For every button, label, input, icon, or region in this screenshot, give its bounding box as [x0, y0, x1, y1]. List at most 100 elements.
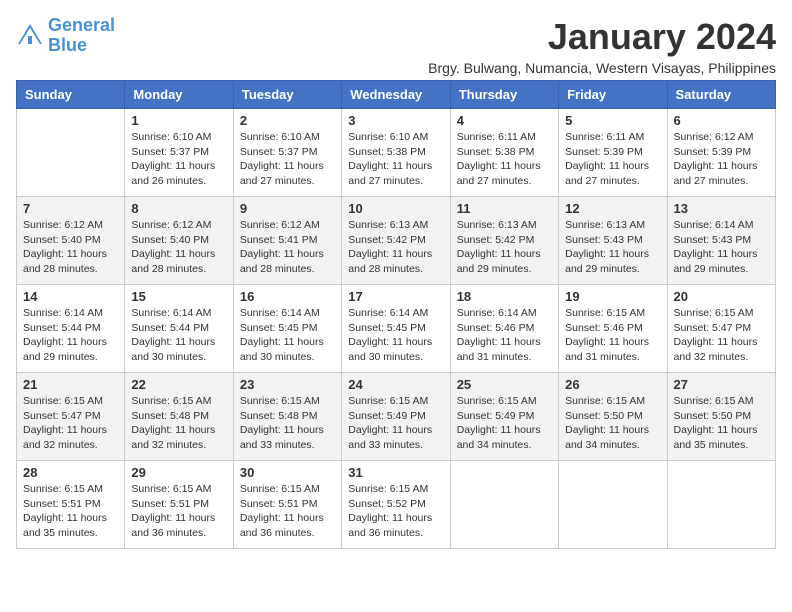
- day-cell: 1 Sunrise: 6:10 AMSunset: 5:37 PMDaylight…: [125, 109, 233, 197]
- day-cell: 11Sunrise: 6:13 AMSunset: 5:42 PMDayligh…: [450, 197, 558, 285]
- day-info: Sunrise: 6:15 AMSunset: 5:48 PMDaylight:…: [131, 394, 226, 453]
- day-cell: 30Sunrise: 6:15 AMSunset: 5:51 PMDayligh…: [233, 461, 341, 549]
- day-info: Sunrise: 6:14 AMSunset: 5:46 PMDaylight:…: [457, 306, 552, 365]
- calendar-table: SundayMondayTuesdayWednesdayThursdayFrid…: [16, 80, 776, 549]
- day-info: Sunrise: 6:12 AMSunset: 5:40 PMDaylight:…: [23, 218, 118, 277]
- day-number: 17: [348, 289, 443, 304]
- week-row-4: 21 Sunrise: 6:15 AMSunset: 5:47 PMDayligh…: [17, 373, 776, 461]
- day-info: Sunrise: 6:14 AMSunset: 5:45 PMDaylight:…: [240, 306, 335, 365]
- day-info: Sunrise: 6:12 AMSunset: 5:41 PMDaylight:…: [240, 218, 335, 277]
- day-cell: 29 Sunrise: 6:15 AMSunset: 5:51 PMDayligh…: [125, 461, 233, 549]
- day-cell: 25 Sunrise: 6:15 AMSunset: 5:49 PMDayligh…: [450, 373, 558, 461]
- day-info: Sunrise: 6:11 AMSunset: 5:39 PMDaylight:…: [565, 130, 660, 189]
- day-number: 29: [131, 465, 226, 480]
- day-cell: 20 Sunrise: 6:15 AMSunset: 5:47 PMDayligh…: [667, 285, 775, 373]
- day-number: 20: [674, 289, 769, 304]
- day-number: 21: [23, 377, 118, 392]
- day-info: Sunrise: 6:12 AMSunset: 5:39 PMDaylight:…: [674, 130, 769, 189]
- day-number: 13: [674, 201, 769, 216]
- subtitle: Brgy. Bulwang, Numancia, Western Visayas…: [428, 60, 776, 76]
- day-number: 18: [457, 289, 552, 304]
- day-number: 4: [457, 113, 552, 128]
- day-number: 22: [131, 377, 226, 392]
- week-row-3: 14 Sunrise: 6:14 AMSunset: 5:44 PMDayligh…: [17, 285, 776, 373]
- week-row-5: 28Sunrise: 6:15 AMSunset: 5:51 PMDayligh…: [17, 461, 776, 549]
- day-number: 12: [565, 201, 660, 216]
- day-number: 11: [457, 201, 552, 216]
- main-title: January 2024: [428, 16, 776, 58]
- day-info: Sunrise: 6:15 AMSunset: 5:47 PMDaylight:…: [23, 394, 118, 453]
- day-cell: [17, 109, 125, 197]
- day-info: Sunrise: 6:14 AMSunset: 5:44 PMDaylight:…: [23, 306, 118, 365]
- day-cell: 8 Sunrise: 6:12 AMSunset: 5:40 PMDaylight…: [125, 197, 233, 285]
- day-cell: 19Sunrise: 6:15 AMSunset: 5:46 PMDayligh…: [559, 285, 667, 373]
- header-monday: Monday: [125, 81, 233, 109]
- day-info: Sunrise: 6:15 AMSunset: 5:51 PMDaylight:…: [23, 482, 118, 541]
- day-info: Sunrise: 6:14 AMSunset: 5:45 PMDaylight:…: [348, 306, 443, 365]
- day-cell: 7 Sunrise: 6:12 AMSunset: 5:40 PMDaylight…: [17, 197, 125, 285]
- day-info: Sunrise: 6:12 AMSunset: 5:40 PMDaylight:…: [131, 218, 226, 277]
- day-number: 16: [240, 289, 335, 304]
- week-row-1: 1 Sunrise: 6:10 AMSunset: 5:37 PMDaylight…: [17, 109, 776, 197]
- day-number: 23: [240, 377, 335, 392]
- day-number: 14: [23, 289, 118, 304]
- day-info: Sunrise: 6:15 AMSunset: 5:49 PMDaylight:…: [457, 394, 552, 453]
- day-cell: 22 Sunrise: 6:15 AMSunset: 5:48 PMDayligh…: [125, 373, 233, 461]
- day-info: Sunrise: 6:13 AMSunset: 5:42 PMDaylight:…: [348, 218, 443, 277]
- day-number: 31: [348, 465, 443, 480]
- day-cell: [559, 461, 667, 549]
- day-number: 27: [674, 377, 769, 392]
- day-info: Sunrise: 6:10 AMSunset: 5:38 PMDaylight:…: [348, 130, 443, 189]
- header-friday: Friday: [559, 81, 667, 109]
- day-cell: 2Sunrise: 6:10 AMSunset: 5:37 PMDaylight…: [233, 109, 341, 197]
- header-thursday: Thursday: [450, 81, 558, 109]
- day-cell: 26Sunrise: 6:15 AMSunset: 5:50 PMDayligh…: [559, 373, 667, 461]
- day-cell: 12 Sunrise: 6:13 AMSunset: 5:43 PMDayligh…: [559, 197, 667, 285]
- day-cell: 23 Sunrise: 6:15 AMSunset: 5:48 PMDayligh…: [233, 373, 341, 461]
- logo-icon: [16, 22, 44, 50]
- day-number: 9: [240, 201, 335, 216]
- day-cell: 6Sunrise: 6:12 AMSunset: 5:39 PMDaylight…: [667, 109, 775, 197]
- day-cell: 15Sunrise: 6:14 AMSunset: 5:44 PMDayligh…: [125, 285, 233, 373]
- day-cell: [450, 461, 558, 549]
- day-info: Sunrise: 6:14 AMSunset: 5:44 PMDaylight:…: [131, 306, 226, 365]
- day-info: Sunrise: 6:15 AMSunset: 5:52 PMDaylight:…: [348, 482, 443, 541]
- day-info: Sunrise: 6:13 AMSunset: 5:43 PMDaylight:…: [565, 218, 660, 277]
- header-row: SundayMondayTuesdayWednesdayThursdayFrid…: [17, 81, 776, 109]
- header-wednesday: Wednesday: [342, 81, 450, 109]
- day-cell: 14 Sunrise: 6:14 AMSunset: 5:44 PMDayligh…: [17, 285, 125, 373]
- day-info: Sunrise: 6:15 AMSunset: 5:50 PMDaylight:…: [674, 394, 769, 453]
- day-number: 2: [240, 113, 335, 128]
- day-number: 30: [240, 465, 335, 480]
- day-info: Sunrise: 6:15 AMSunset: 5:46 PMDaylight:…: [565, 306, 660, 365]
- day-number: 1: [131, 113, 226, 128]
- header-saturday: Saturday: [667, 81, 775, 109]
- day-number: 25: [457, 377, 552, 392]
- week-row-2: 7 Sunrise: 6:12 AMSunset: 5:40 PMDaylight…: [17, 197, 776, 285]
- day-number: 5: [565, 113, 660, 128]
- day-number: 8: [131, 201, 226, 216]
- day-info: Sunrise: 6:15 AMSunset: 5:49 PMDaylight:…: [348, 394, 443, 453]
- day-info: Sunrise: 6:15 AMSunset: 5:48 PMDaylight:…: [240, 394, 335, 453]
- calendar-header: SundayMondayTuesdayWednesdayThursdayFrid…: [17, 81, 776, 109]
- day-info: Sunrise: 6:11 AMSunset: 5:38 PMDaylight:…: [457, 130, 552, 189]
- day-info: Sunrise: 6:10 AMSunset: 5:37 PMDaylight:…: [131, 130, 226, 189]
- day-cell: [667, 461, 775, 549]
- page-header: General Blue January 2024 Brgy. Bulwang,…: [16, 16, 776, 76]
- day-cell: 21 Sunrise: 6:15 AMSunset: 5:47 PMDayligh…: [17, 373, 125, 461]
- title-block: January 2024 Brgy. Bulwang, Numancia, We…: [428, 16, 776, 76]
- day-cell: 4 Sunrise: 6:11 AMSunset: 5:38 PMDaylight…: [450, 109, 558, 197]
- day-number: 7: [23, 201, 118, 216]
- day-cell: 3Sunrise: 6:10 AMSunset: 5:38 PMDaylight…: [342, 109, 450, 197]
- day-cell: 13 Sunrise: 6:14 AMSunset: 5:43 PMDayligh…: [667, 197, 775, 285]
- day-number: 24: [348, 377, 443, 392]
- day-info: Sunrise: 6:15 AMSunset: 5:51 PMDaylight:…: [131, 482, 226, 541]
- day-cell: 16 Sunrise: 6:14 AMSunset: 5:45 PMDayligh…: [233, 285, 341, 373]
- header-tuesday: Tuesday: [233, 81, 341, 109]
- day-cell: 24 Sunrise: 6:15 AMSunset: 5:49 PMDayligh…: [342, 373, 450, 461]
- day-cell: 10Sunrise: 6:13 AMSunset: 5:42 PMDayligh…: [342, 197, 450, 285]
- logo: General Blue: [16, 16, 115, 56]
- day-info: Sunrise: 6:14 AMSunset: 5:43 PMDaylight:…: [674, 218, 769, 277]
- day-cell: 28Sunrise: 6:15 AMSunset: 5:51 PMDayligh…: [17, 461, 125, 549]
- day-info: Sunrise: 6:15 AMSunset: 5:47 PMDaylight:…: [674, 306, 769, 365]
